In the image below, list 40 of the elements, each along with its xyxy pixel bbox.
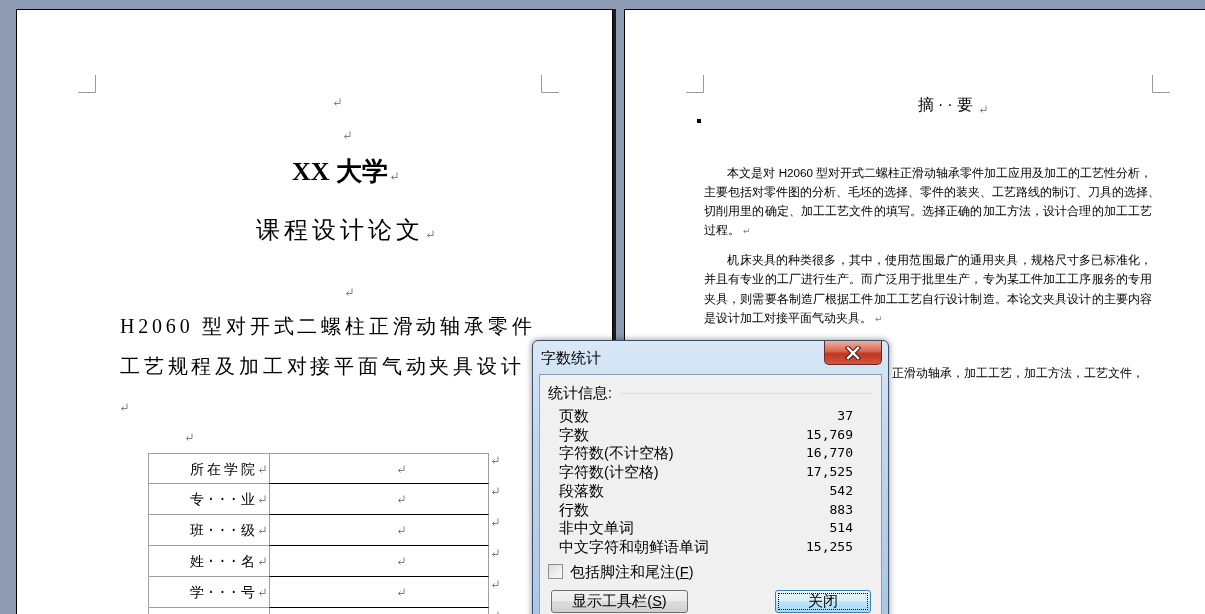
stat-value: 15,255 <box>806 538 853 557</box>
stat-label: 字符数(计空格) <box>559 463 659 482</box>
dialog-title: 字数统计 <box>540 349 601 367</box>
corner-mark-icon <box>1152 75 1170 93</box>
stat-value: 542 <box>829 481 853 500</box>
corner-mark-icon <box>541 75 559 93</box>
stat-label: 字数 <box>559 425 589 444</box>
thesis-title: H2060 型对开式二螺柱正滑动轴承零件 工艺规程及加工对接平面气动夹具设计 <box>120 314 536 379</box>
field-label: 姓···名 <box>189 552 258 570</box>
stat-value: 16,770 <box>806 444 853 463</box>
section-heading: 统计信息: <box>548 384 613 402</box>
field-label: 学···号 <box>189 583 258 601</box>
abstract-heading: 摘··要 <box>918 95 977 115</box>
keywords-text: 正滑动轴承，加工工艺，加工方法，工艺文件， <box>892 365 1144 379</box>
stat-label: 页数 <box>559 406 589 425</box>
checkbox-label[interactable]: 包括脚注和尾注(F) <box>570 562 694 581</box>
corner-mark-icon <box>78 75 96 93</box>
body-paragraph: 机床夹具的种类很多，其中，使用范围最广的通用夹具，规格尺寸多已标准化， 并且有专业的工厂进行生产。而广泛用于批里生产，专为某工件加工工序服务的专用 夹具，则需要各制造厂根据工件加工工艺自行设计制造。本论文夹具设计的主要内容 是设计加工对接平面气动夹具。 ↵ <box>704 253 1152 325</box>
stat-value: 15,769 <box>806 425 853 444</box>
document-type-title: 课程设计论文 <box>256 215 424 245</box>
field-label: 专···业 <box>189 490 258 508</box>
field-label: 班···级 <box>189 521 258 539</box>
dialog-button[interactable]: 显示工具栏(S) <box>551 589 688 613</box>
university-title: XX 大学 <box>291 156 389 188</box>
corner-mark-icon <box>686 75 704 93</box>
stat-value: 37 <box>837 406 853 425</box>
stat-label: 字符数(不计空格) <box>559 444 674 463</box>
stat-label: 行数 <box>559 500 589 519</box>
stat-value: 514 <box>829 519 853 538</box>
close-icon <box>843 345 863 360</box>
stat-label: 非中文单词 <box>559 519 634 538</box>
stat-label: 中文字符和朝鲜语单词 <box>559 538 709 557</box>
checkbox[interactable] <box>548 564 563 579</box>
stat-value: 17,525 <box>806 463 853 482</box>
body-paragraph: 本文是对 H2060 型对开式二螺柱正滑动轴承零件加工应用及加工的工艺性分析， 主要包括对零件图的分析、毛坯的选择、零件的装夹、工艺路线的制订、刀具的选择、 切削用里的确定、加工工艺文件的填写。选择正确的加工方法，设计合理的加工工艺 过程。 ↵ <box>704 165 1152 237</box>
stat-value: 883 <box>829 500 853 519</box>
stat-label: 段落数 <box>559 481 604 500</box>
field-label: 所在学院 <box>190 459 258 478</box>
close-button[interactable] <box>824 341 882 365</box>
dialog-button[interactable]: 关闭 <box>775 589 871 613</box>
